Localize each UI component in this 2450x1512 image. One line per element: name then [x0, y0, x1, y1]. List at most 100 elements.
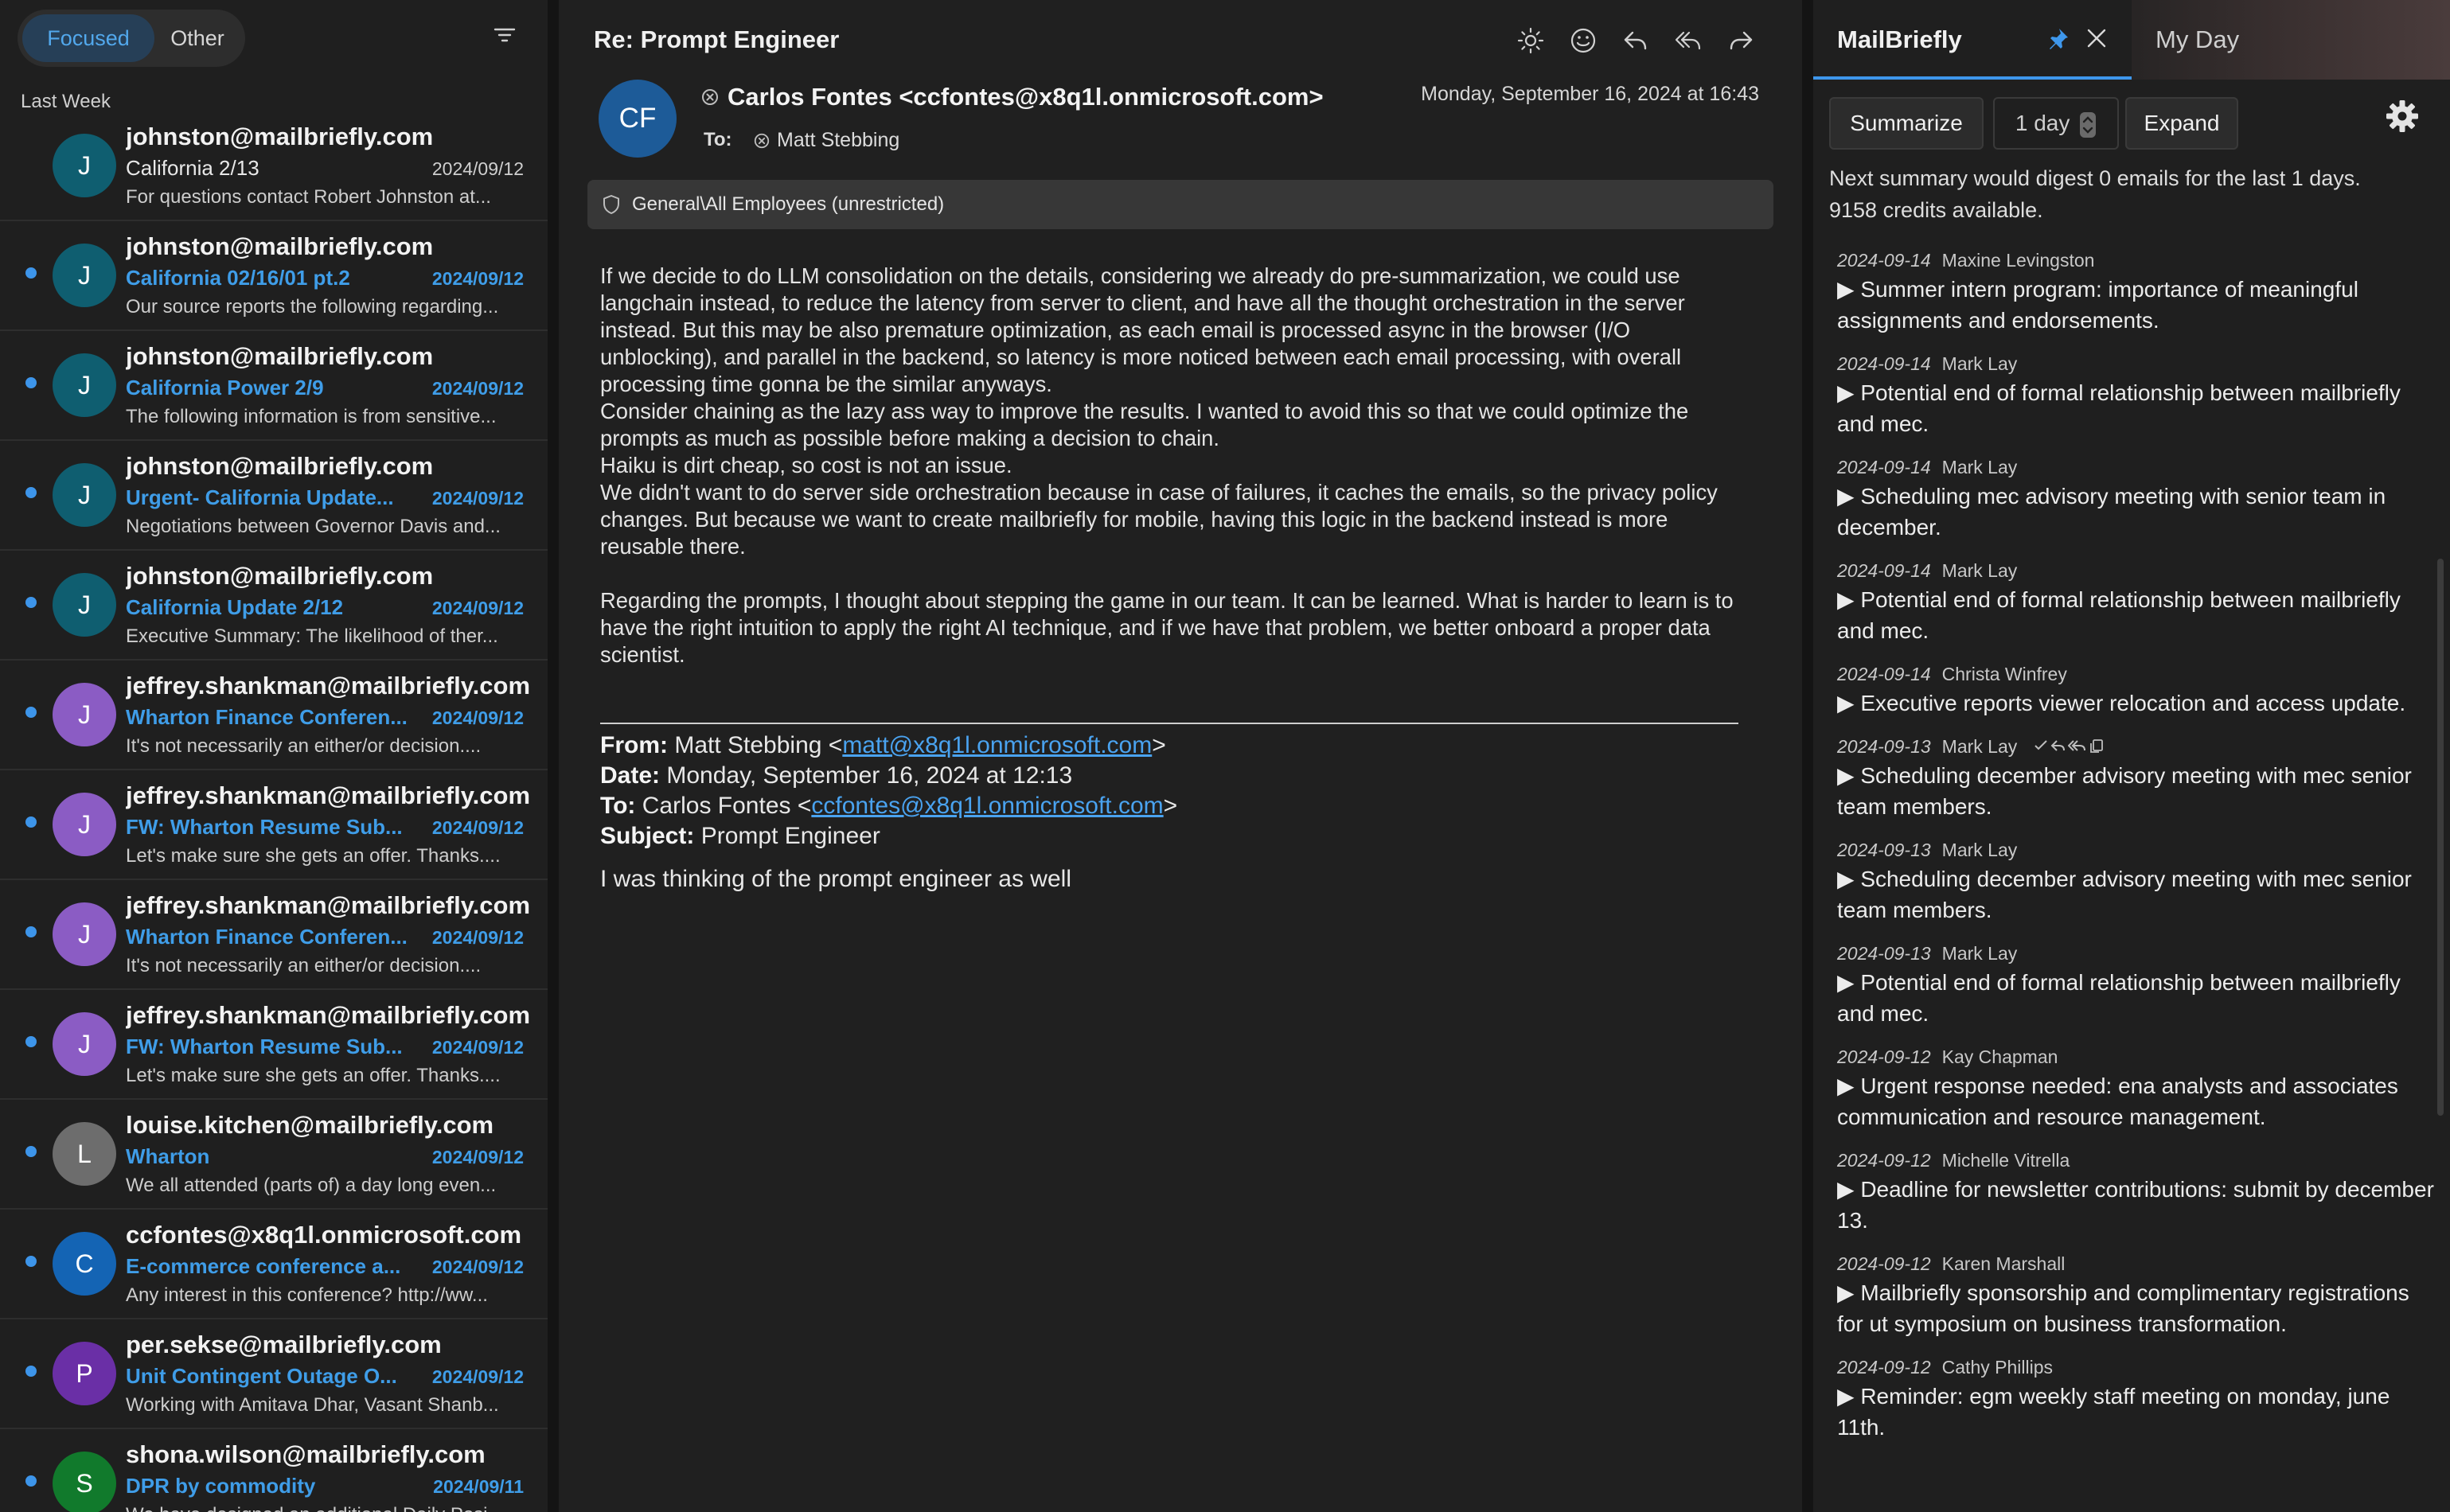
row-subject: FW: Wharton Resume Sub...: [126, 815, 403, 839]
pane-divider[interactable]: [548, 0, 559, 1512]
row-subject: California 2/13: [126, 156, 259, 180]
summary-date: 2024-09-14: [1837, 560, 1931, 581]
tab-my-day[interactable]: My Day: [2155, 25, 2239, 54]
summary-item[interactable]: 2024-09-13 Mark Lay ▶ Scheduling december …: [1837, 836, 2434, 926]
summary-date: 2024-09-12: [1837, 1357, 1931, 1378]
filter-icon[interactable]: [492, 22, 517, 52]
unread-dot: [25, 597, 37, 608]
summary-sender: Mark Lay: [1941, 353, 2018, 374]
tab-mailbriefly[interactable]: MailBriefly: [1813, 0, 2132, 80]
summary-item[interactable]: 2024-09-12 Cathy Phillips ▶ Reminder: egm …: [1837, 1354, 2434, 1443]
sender-avatar[interactable]: CF: [599, 80, 677, 158]
message-row[interactable]: Cccfontes@x8q1l.onmicrosoft.com E-commerc…: [0, 1210, 548, 1319]
emoji-icon[interactable]: [1566, 24, 1600, 57]
summary-item[interactable]: 2024-09-13 Mark Lay ▶ Potential end of for…: [1837, 940, 2434, 1029]
message-row[interactable]: Jjeffrey.shankman@mailbriefly.com Wharton…: [0, 880, 548, 990]
quoted-to: To: Carlos Fontes <ccfontes@x8q1l.onmicr…: [600, 793, 1178, 819]
pane-divider[interactable]: [1802, 0, 1813, 1512]
gear-icon[interactable]: [2385, 99, 2420, 138]
message-row[interactable]: Jjohnston@mailbriefly.com Urgent- Califor…: [0, 441, 548, 551]
reply-icon[interactable]: [2050, 738, 2066, 753]
sender: johnston@mailbriefly.com: [126, 232, 434, 260]
message-row[interactable]: Llouise.kitchen@mailbriefly.com Wharton 20…: [0, 1100, 548, 1210]
sensitivity-text: General\All Employees (unrestricted): [632, 193, 945, 215]
message-row[interactable]: Sshona.wilson@mailbriefly.com DPR by comm…: [0, 1429, 548, 1512]
row-date: 2024/09/12: [431, 927, 524, 948]
sender-presence-icon: [702, 89, 718, 105]
row-date: 2024/09/12: [431, 707, 524, 728]
mailbriefly-pane: MailBriefly My Day Summarize 1 day Expan…: [1813, 0, 2450, 1512]
sender: shona.wilson@mailbriefly.com: [126, 1440, 486, 1468]
summary-item[interactable]: 2024-09-14 Mark Lay ▶ Potential end of for…: [1837, 350, 2434, 439]
row-preview: The following information is from sensit…: [126, 406, 497, 427]
avatar: J: [53, 353, 116, 417]
reply-all-icon[interactable]: [2068, 738, 2087, 753]
expand-button[interactable]: Expand: [2125, 97, 2238, 150]
summary-item[interactable]: 2024-09-13 Mark Lay ▶ Scheduling december …: [1837, 733, 2434, 822]
sender: johnston@mailbriefly.com: [126, 123, 434, 150]
summary-item[interactable]: 2024-09-12 Karen Marshall ▶ Mailbriefly sp…: [1837, 1250, 2434, 1339]
message-row[interactable]: Pper.sekse@mailbriefly.com Unit Contingen…: [0, 1319, 548, 1429]
sensitivity-label[interactable]: General\All Employees (unrestricted): [587, 180, 1773, 229]
stepper-icon[interactable]: [2079, 111, 2097, 138]
summary-text: ▶ Scheduling december advisory meeting w…: [1837, 763, 2412, 819]
quoted-to-email[interactable]: ccfontes@x8q1l.onmicrosoft.com: [811, 793, 1163, 819]
avatar: C: [53, 1232, 116, 1296]
tab-other[interactable]: Other: [154, 14, 240, 62]
sender-line[interactable]: Carlos Fontes <ccfontes@x8q1l.onmicrosof…: [700, 83, 1324, 111]
reply-all-icon[interactable]: [1672, 24, 1705, 57]
message-row[interactable]: Jjohnston@mailbriefly.com California Powe…: [0, 331, 548, 441]
copy-icon[interactable]: [2089, 738, 2105, 754]
summary-info: Next summary would digest 0 emails for t…: [1829, 162, 2434, 226]
avatar: S: [53, 1452, 116, 1512]
row-date: 2024/09/12: [431, 817, 524, 838]
summary-item[interactable]: 2024-09-14 Maxine Levingston ▶ Summer inte…: [1837, 247, 2434, 336]
summary-meta: 2024-09-14 Maxine Levingston: [1837, 247, 2434, 274]
reply-icon[interactable]: [1619, 24, 1652, 57]
recipient[interactable]: Matt Stebbing: [753, 129, 899, 152]
pin-icon[interactable]: [2044, 25, 2071, 57]
quoted-from-email[interactable]: matt@x8q1l.onmicrosoft.com: [842, 732, 1152, 758]
summary-item[interactable]: 2024-09-14 Christa Winfrey ▶ Executive rep…: [1837, 661, 2434, 719]
row-preview: Working with Amitava Dhar, Vasant Shanb.…: [126, 1394, 499, 1416]
message-row[interactable]: Jjohnston@mailbriefly.com California 2/13…: [0, 111, 548, 221]
summary-meta: 2024-09-14 Mark Lay: [1837, 350, 2434, 377]
row-subject: Wharton Finance Conferen...: [126, 925, 408, 949]
row-date: 2024/09/12: [431, 1037, 524, 1058]
row-date: 2024/09/12: [431, 1257, 524, 1277]
summary-meta: 2024-09-14 Mark Lay: [1837, 557, 2434, 584]
message-row[interactable]: Jjohnston@mailbriefly.com California 02/1…: [0, 221, 548, 331]
row-preview: It's not necessarily an either/or decisi…: [126, 955, 482, 976]
check-icon[interactable]: [2033, 738, 2049, 753]
message-subject: Re: Prompt Engineer: [594, 25, 840, 53]
summary-date: 2024-09-14: [1837, 250, 1931, 271]
summary-item[interactable]: 2024-09-12 Kay Chapman ▶ Urgent response n…: [1837, 1043, 2434, 1132]
summary-text: ▶ Potential end of formal relationship b…: [1837, 970, 2401, 1026]
message-row[interactable]: Jjeffrey.shankman@mailbriefly.com FW: Wha…: [0, 990, 548, 1100]
message-row[interactable]: Jjohnston@mailbriefly.com California Upda…: [0, 551, 548, 661]
message-date: Monday, September 16, 2024 at 16:43: [1421, 83, 1759, 105]
sender: johnston@mailbriefly.com: [126, 452, 434, 480]
summary-item[interactable]: 2024-09-14 Mark Lay ▶ Potential end of for…: [1837, 557, 2434, 646]
summary-item[interactable]: 2024-09-14 Mark Lay ▶ Scheduling mec advis…: [1837, 454, 2434, 543]
sender: jeffrey.shankman@mailbriefly.com: [126, 891, 531, 919]
row-subject: Wharton Finance Conferen...: [126, 705, 408, 729]
forward-icon[interactable]: [1724, 24, 1758, 57]
brightness-icon[interactable]: [1514, 24, 1547, 57]
avatar: P: [53, 1342, 116, 1405]
quoted-message: From: Matt Stebbing <matt@x8q1l.onmicros…: [600, 731, 1746, 894]
row-preview: It's not necessarily an either/or decisi…: [126, 735, 482, 757]
summary-item[interactable]: 2024-09-12 Michelle Vitrella ▶ Deadline fo…: [1837, 1147, 2434, 1236]
summarize-button[interactable]: Summarize: [1829, 97, 1984, 150]
scrollbar[interactable]: [2437, 559, 2444, 1116]
message-row[interactable]: Jjeffrey.shankman@mailbriefly.com FW: Wha…: [0, 770, 548, 880]
sender: per.sekse@mailbriefly.com: [126, 1331, 442, 1358]
message-row[interactable]: Jjeffrey.shankman@mailbriefly.com Wharton…: [0, 661, 548, 770]
quoted-subject: Subject: Prompt Engineer: [600, 823, 880, 849]
days-stepper[interactable]: 1 day: [1993, 97, 2119, 150]
tab-focused[interactable]: Focused: [22, 14, 154, 62]
summary-sender: Cathy Phillips: [1941, 1357, 2053, 1378]
summary-text: ▶ Potential end of formal relationship b…: [1837, 587, 2401, 643]
close-icon[interactable]: [2084, 25, 2109, 55]
row-date: 2024/09/12: [431, 1366, 524, 1387]
